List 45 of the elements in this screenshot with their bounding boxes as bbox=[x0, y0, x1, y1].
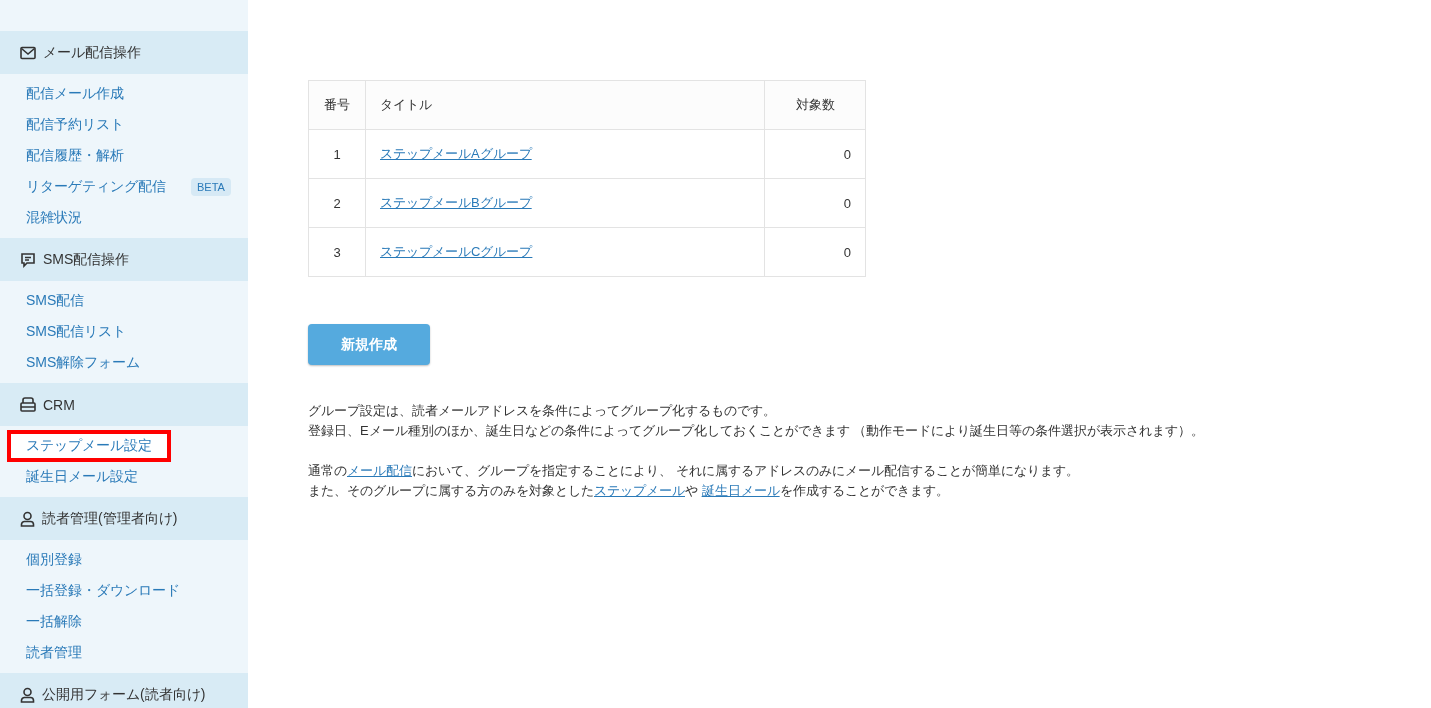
table-cell: 1 bbox=[308, 129, 366, 179]
sidebar-link[interactable]: 配信履歴・解析 bbox=[7, 139, 143, 172]
sidebar-link[interactable]: 配信メール作成 bbox=[7, 77, 143, 110]
column-header: 番号 bbox=[308, 80, 366, 130]
section-title: CRM bbox=[43, 396, 75, 413]
description-text: また、そのグループに属する方のみを対象としたステップメールや 誕生日メールを作成することができます。 bbox=[308, 482, 950, 500]
chat-icon bbox=[20, 251, 36, 268]
table-cell: 2 bbox=[308, 178, 366, 228]
sidebar-link[interactable]: 配信予約リスト bbox=[7, 108, 143, 141]
table-cell: 0 bbox=[764, 227, 866, 277]
briefcase-icon bbox=[20, 397, 36, 412]
sidebar-link[interactable]: 混雑状況 bbox=[7, 201, 101, 234]
sidebar-link[interactable]: 個別登録 bbox=[7, 543, 101, 576]
section-title: 読者管理(管理者向け) bbox=[42, 509, 178, 528]
sidebar-link[interactable]: リターゲティング配信 bbox=[7, 170, 185, 203]
table-cell: 3 bbox=[308, 227, 366, 277]
column-header: タイトル bbox=[365, 80, 765, 130]
column-header: 対象数 bbox=[764, 80, 866, 130]
sidebar-link[interactable]: SMS配信 bbox=[7, 284, 104, 317]
section-title: SMS配信操作 bbox=[43, 250, 130, 269]
description-text: グループ設定は、読者メールアドレスを条件によってグループ化するものです。 bbox=[308, 402, 777, 420]
person-icon bbox=[20, 510, 35, 527]
mail-icon bbox=[20, 45, 36, 60]
group-title-link[interactable]: ステップメールBグループ bbox=[380, 195, 532, 210]
create-button[interactable]: 新規作成 bbox=[308, 324, 430, 365]
section-title: 公開用フォーム(読者向け) bbox=[42, 685, 206, 704]
sidebar-link[interactable]: 一括解除 bbox=[7, 605, 101, 638]
text-link[interactable]: メール配信 bbox=[347, 463, 412, 478]
section-title: メール配信操作 bbox=[43, 43, 141, 62]
description-text: 通常のメール配信において、グループを指定することにより、 それに属するアドレスのみにメール配信することが簡単になります。 bbox=[308, 462, 1080, 480]
table-cell: 0 bbox=[764, 129, 866, 179]
description-text: 登録日、Eメール種別のほか、誕生日などの条件によってグループ化しておくことができます （動作モードにより誕生日等の条件選択が表示されます）。 bbox=[308, 422, 1206, 440]
sidebar-link[interactable]: SMS配信リスト bbox=[7, 315, 146, 348]
table-cell: 0 bbox=[764, 178, 866, 228]
group-title-link[interactable]: ステップメールCグループ bbox=[380, 244, 533, 259]
text-link[interactable]: ステップメール bbox=[594, 483, 685, 498]
text-link[interactable]: 誕生日メール bbox=[701, 483, 780, 498]
sidebar-link[interactable]: 読者管理 bbox=[7, 636, 101, 669]
sidebar-link[interactable]: 一括登録・ダウンロード bbox=[7, 574, 199, 607]
group-title-link[interactable]: ステップメールAグループ bbox=[380, 146, 532, 161]
sidebar-link[interactable]: SMS解除フォーム bbox=[7, 346, 160, 379]
beta-badge: BETA bbox=[191, 177, 231, 196]
sidebar-link[interactable]: ステップメール設定 bbox=[7, 429, 171, 462]
sidebar-link[interactable]: 誕生日メール設定 bbox=[7, 460, 157, 493]
person-icon bbox=[20, 686, 35, 703]
